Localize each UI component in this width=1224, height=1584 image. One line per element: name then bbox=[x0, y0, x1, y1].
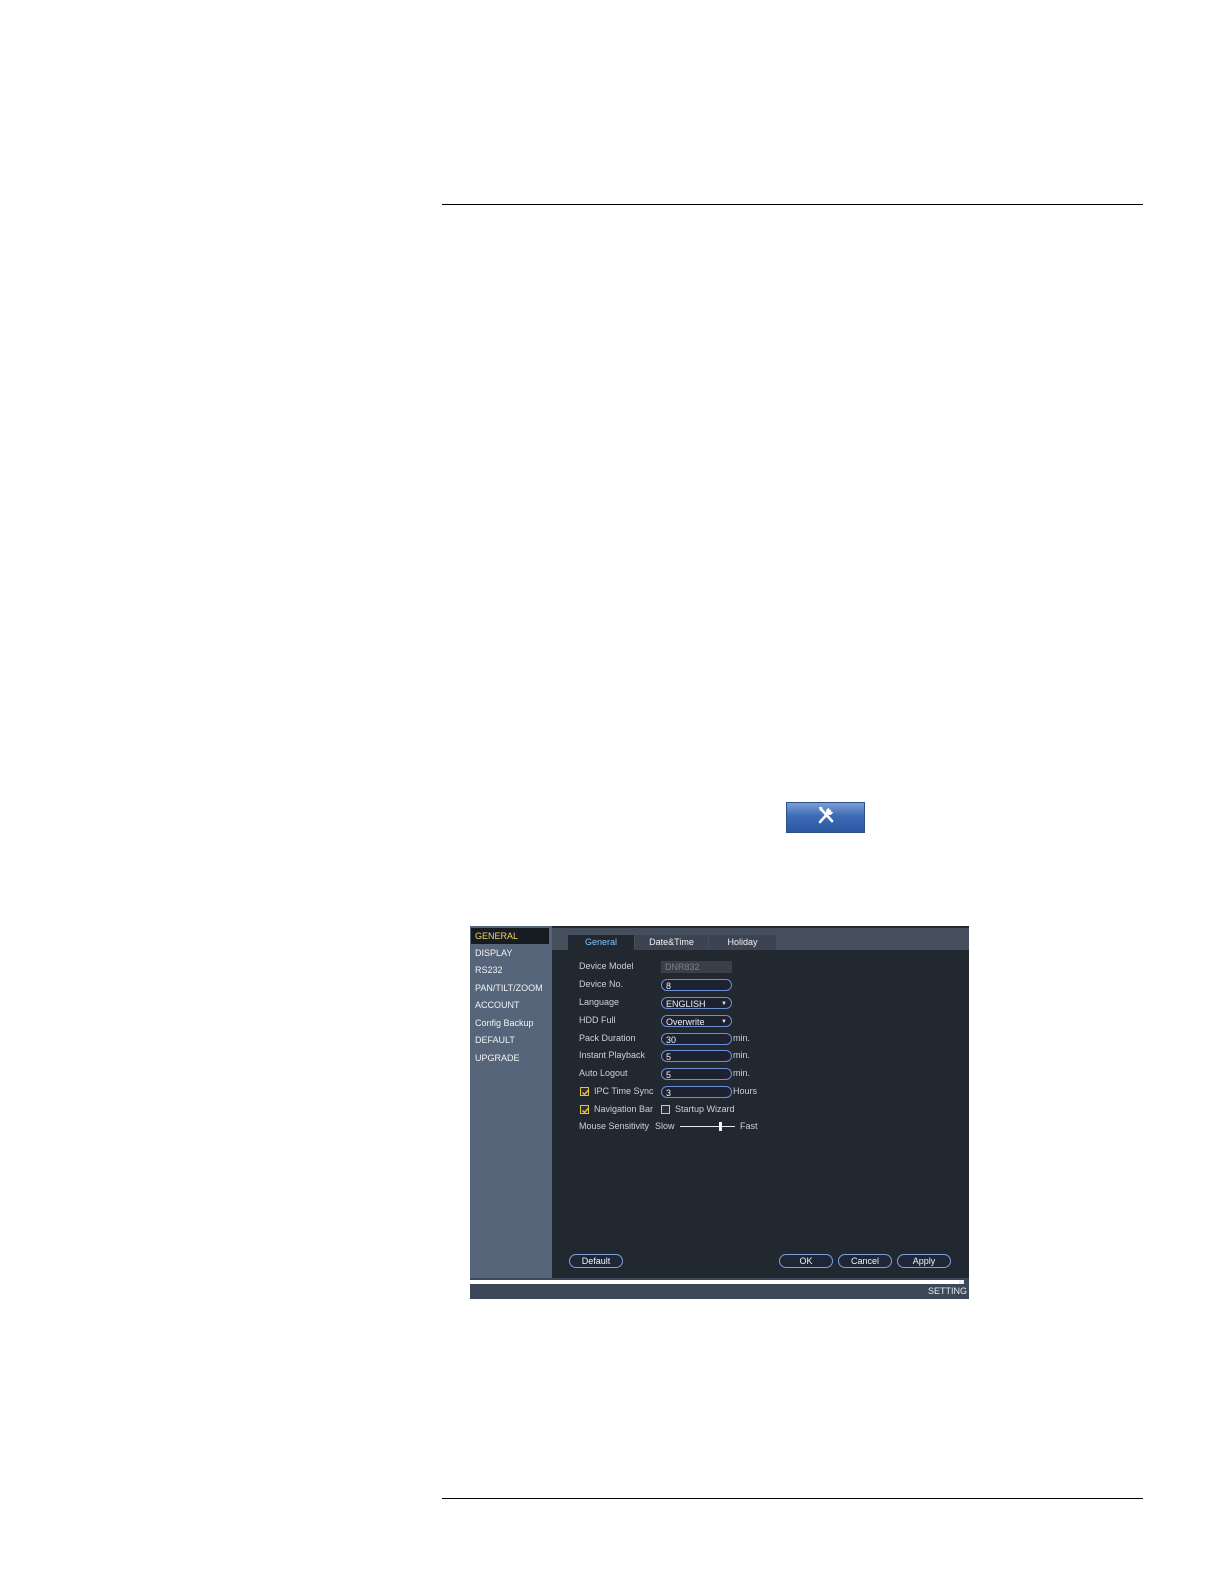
tab-bar: General Date&Time Holiday bbox=[552, 928, 969, 950]
language-label: Language bbox=[579, 997, 620, 1007]
tab-holiday[interactable]: Holiday bbox=[709, 935, 776, 950]
apply-button[interactable]: Apply bbox=[897, 1254, 951, 1268]
cancel-button[interactable]: Cancel bbox=[838, 1254, 892, 1268]
pack-duration-label: Pack Duration bbox=[579, 1033, 636, 1043]
sidebar-item-display[interactable]: DISPLAY bbox=[471, 945, 549, 961]
language-select[interactable]: ENGLISH ▼ bbox=[661, 997, 732, 1009]
pack-duration-unit: min. bbox=[733, 1033, 751, 1043]
ok-button[interactable]: OK bbox=[779, 1254, 833, 1268]
instant-playback-unit: min. bbox=[733, 1050, 751, 1060]
instant-playback-field[interactable]: 5 bbox=[661, 1050, 732, 1062]
device-no-label: Device No. bbox=[579, 979, 624, 989]
status-text: SETTING bbox=[927, 1286, 967, 1296]
sidebar-item-pan-tilt-zoom[interactable]: PAN/TILT/ZOOM bbox=[471, 980, 549, 996]
tab-date-time[interactable]: Date&Time bbox=[635, 935, 708, 950]
ipc-time-sync-checkbox[interactable] bbox=[580, 1087, 590, 1096]
checkmark-icon bbox=[582, 1107, 590, 1114]
device-no-field[interactable]: 8 bbox=[661, 979, 732, 991]
mouse-sensitivity-label: Mouse Sensitivity bbox=[579, 1121, 650, 1131]
tab-general[interactable]: General bbox=[568, 935, 634, 950]
instant-playback-label: Instant Playback bbox=[579, 1050, 646, 1060]
sidebar-item-config-backup[interactable]: Config Backup bbox=[471, 1015, 549, 1031]
tools-icon-button[interactable] bbox=[786, 802, 865, 833]
auto-logout-label: Auto Logout bbox=[579, 1068, 628, 1078]
hdd-full-select[interactable]: Overwrite ▼ bbox=[661, 1015, 732, 1027]
checkmark-icon bbox=[582, 1089, 590, 1096]
ipc-time-sync-unit: Hours bbox=[733, 1086, 758, 1096]
progress-track bbox=[470, 1280, 964, 1284]
ipc-time-sync-field[interactable]: 3 bbox=[661, 1086, 732, 1098]
settings-sidebar: GENERAL DISPLAY RS232 PAN/TILT/ZOOM ACCO… bbox=[470, 926, 552, 1278]
sidebar-item-rs232[interactable]: RS232 bbox=[471, 962, 549, 978]
default-button[interactable]: Default bbox=[569, 1254, 623, 1268]
pack-duration-field[interactable]: 30 bbox=[661, 1033, 732, 1045]
sidebar-item-account[interactable]: ACCOUNT bbox=[471, 997, 549, 1013]
top-rule bbox=[442, 204, 1143, 205]
startup-wizard-label: Startup Wizard bbox=[675, 1104, 735, 1114]
slow-label: Slow bbox=[655, 1121, 675, 1131]
auto-logout-field[interactable]: 5 bbox=[661, 1068, 732, 1080]
tools-icon bbox=[815, 805, 837, 830]
progress-fill bbox=[470, 1280, 960, 1284]
sidebar-item-general[interactable]: GENERAL bbox=[471, 928, 549, 944]
bottom-rule bbox=[442, 1498, 1143, 1499]
navigation-bar-label: Navigation Bar bbox=[594, 1104, 654, 1114]
sidebar-item-upgrade[interactable]: UPGRADE bbox=[471, 1050, 549, 1066]
auto-logout-unit: min. bbox=[733, 1068, 751, 1078]
settings-screenshot: GENERAL DISPLAY RS232 PAN/TILT/ZOOM ACCO… bbox=[470, 926, 969, 1299]
slider-track bbox=[680, 1126, 735, 1127]
sidebar-item-default[interactable]: DEFAULT bbox=[471, 1032, 549, 1048]
mouse-sensitivity-slider[interactable] bbox=[680, 1121, 735, 1133]
device-model-field: DNR832 bbox=[661, 961, 732, 973]
navigation-bar-checkbox[interactable] bbox=[580, 1105, 590, 1114]
hdd-full-label: HDD Full bbox=[579, 1015, 616, 1025]
device-model-label: Device Model bbox=[579, 961, 634, 971]
chevron-down-icon: ▼ bbox=[721, 1001, 727, 1007]
fast-label: Fast bbox=[740, 1121, 758, 1131]
ipc-time-sync-label: IPC Time Sync bbox=[594, 1086, 654, 1096]
chevron-down-icon: ▼ bbox=[721, 1019, 727, 1025]
slider-thumb[interactable] bbox=[719, 1122, 722, 1131]
hdd-full-value: Overwrite bbox=[666, 1017, 705, 1027]
startup-wizard-checkbox[interactable] bbox=[661, 1105, 670, 1114]
language-value: ENGLISH bbox=[666, 999, 706, 1009]
status-bar: SETTING bbox=[470, 1278, 969, 1299]
